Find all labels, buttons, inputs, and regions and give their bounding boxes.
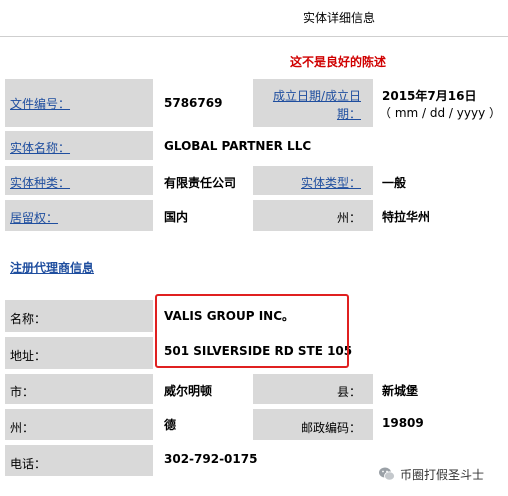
entity-kind-label-cell: 实体种类：: [5, 166, 153, 195]
entity-name-link[interactable]: 实体名称：: [10, 139, 70, 156]
entity-type-label-cell: 实体类型：: [253, 166, 373, 195]
incorporation-date-label-line1: 成立日期/成立日: [272, 89, 361, 103]
incorporation-date-value: 2015年7月16日: [382, 89, 477, 103]
entity-type-link[interactable]: 实体类型：: [301, 174, 361, 191]
agent-state-value: 德: [164, 418, 177, 432]
agent-name-label-cell: 名称：: [5, 300, 153, 332]
incorporation-date-format: （ mm / dd / yyyy ）: [379, 106, 501, 120]
agent-city-value: 威尔明顿: [164, 384, 213, 398]
registered-agent-section-link[interactable]: 注册代理商信息: [10, 259, 94, 276]
agent-address-label: 地址：: [10, 349, 47, 363]
wechat-icon: [379, 467, 395, 481]
agent-city-label-cell: 市：: [5, 374, 153, 404]
agent-phone-value: 302-792-0175: [164, 452, 258, 466]
incorporation-date-label-line2: 期：: [336, 107, 361, 121]
agent-county-label: 县：: [336, 385, 361, 399]
agent-zip-label: 邮政编码：: [300, 421, 361, 435]
agent-zip-label-cell: 邮政编码：: [253, 409, 373, 440]
entity-name-value: GLOBAL PARTNER LLC: [164, 139, 312, 153]
state-label-cell: 州：: [253, 200, 373, 231]
residence-link[interactable]: 居留权：: [10, 209, 58, 226]
agent-phone-label-cell: 电话：: [5, 445, 153, 476]
state-value: 特拉华州: [382, 210, 431, 224]
residence-value: 国内: [164, 210, 189, 224]
entity-type-value: 一般: [382, 176, 407, 190]
warning-text: 这不是良好的陈述: [290, 55, 387, 69]
agent-county-value: 新城堡: [382, 384, 419, 398]
agent-state-label-cell: 州：: [5, 409, 153, 440]
agent-phone-label: 电话：: [10, 457, 47, 471]
file-number-value: 5786769: [164, 96, 223, 110]
agent-state-label: 州：: [10, 421, 35, 435]
incorporation-date-link[interactable]: 成立日期/成立日 期：: [273, 87, 361, 123]
state-label: 州：: [336, 211, 361, 225]
watermark: 币圈打假圣斗士: [378, 465, 484, 483]
highlight-box: [155, 294, 349, 368]
page-header: 实体详细信息: [0, 0, 508, 37]
agent-city-label: 市：: [10, 385, 35, 399]
agent-address-label-cell: 地址：: [5, 337, 153, 369]
file-number-label-cell: 文件编号：: [5, 79, 153, 127]
file-number-link[interactable]: 文件编号：: [10, 95, 70, 112]
watermark-text: 币圈打假圣斗士: [400, 467, 485, 482]
agent-county-label-cell: 县：: [253, 374, 373, 404]
entity-kind-link[interactable]: 实体种类：: [10, 174, 70, 191]
page-title: 实体详细信息: [303, 11, 376, 25]
entity-name-label-cell: 实体名称：: [5, 131, 153, 160]
incorporation-date-label-cell: 成立日期/成立日 期：: [253, 79, 373, 127]
entity-kind-value: 有限责任公司: [164, 176, 237, 190]
agent-zip-value: 19809: [382, 416, 424, 430]
agent-name-label: 名称：: [10, 312, 47, 326]
residence-label-cell: 居留权：: [5, 200, 153, 231]
